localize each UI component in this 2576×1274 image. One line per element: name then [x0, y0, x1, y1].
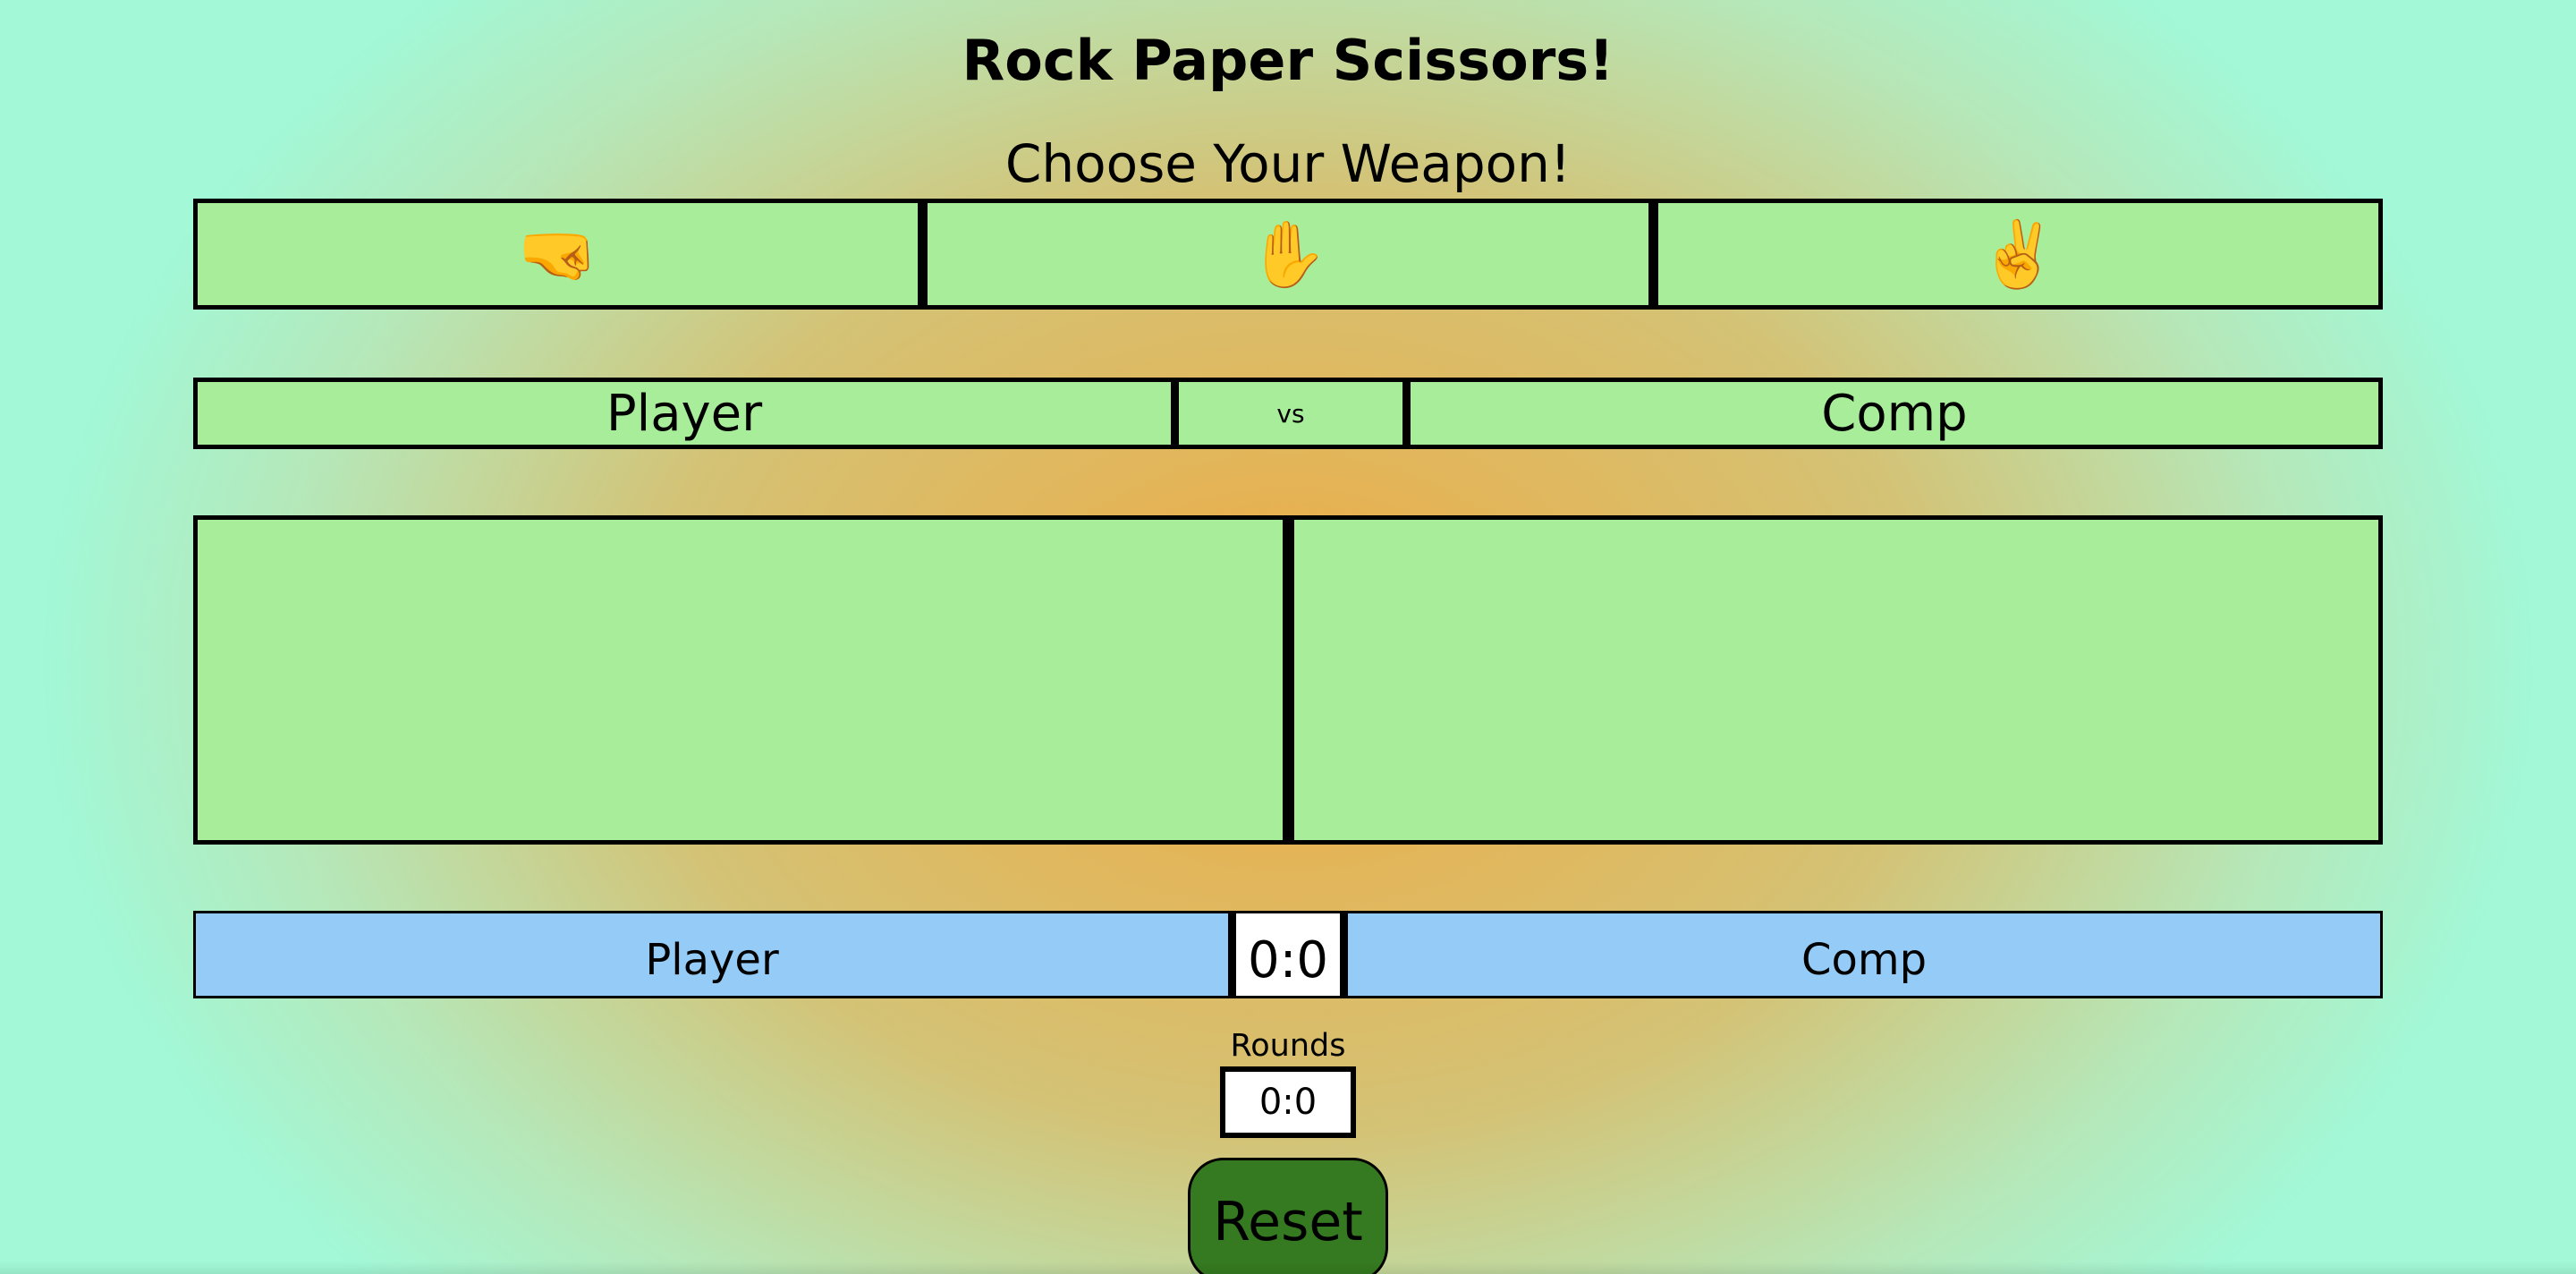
comp-choice-panel — [1286, 515, 2383, 845]
weapon-selector: 🤜 ✋ ✌️ — [193, 199, 2383, 310]
matchup-player-label: Player — [193, 378, 1175, 449]
matchup-bar: Player vs Comp — [193, 378, 2383, 449]
bottom-shadow — [0, 1261, 2576, 1274]
scissors-hand-icon: ✌️ — [1978, 216, 2059, 292]
scoreboard-player-label: Player — [193, 911, 1231, 998]
paper-button[interactable]: ✋ — [922, 199, 1653, 310]
page-subtitle: Choose Your Weapon! — [1004, 133, 1572, 194]
battle-arena — [193, 515, 2383, 845]
scoreboard-comp-label: Comp — [1345, 911, 2383, 998]
scoreboard: Player 0:0 Comp — [193, 911, 2383, 998]
rock-fist-icon: 🤜 — [517, 216, 598, 292]
matchup-comp-label: Comp — [1406, 378, 2383, 449]
rounds-label: Rounds — [1230, 1028, 1346, 1064]
matchup-vs-label: vs — [1175, 378, 1406, 449]
player-choice-panel — [193, 515, 1287, 845]
paper-hand-icon: ✋ — [1248, 216, 1328, 292]
reset-button[interactable]: Reset — [1188, 1158, 1388, 1274]
page-title: Rock Paper Scissors! — [962, 28, 1614, 93]
scissors-button[interactable]: ✌️ — [1652, 199, 2383, 310]
rounds-counter: 0:0 — [1220, 1066, 1356, 1138]
scoreboard-score: 0:0 — [1231, 911, 1345, 998]
rock-button[interactable]: 🤜 — [193, 199, 923, 310]
